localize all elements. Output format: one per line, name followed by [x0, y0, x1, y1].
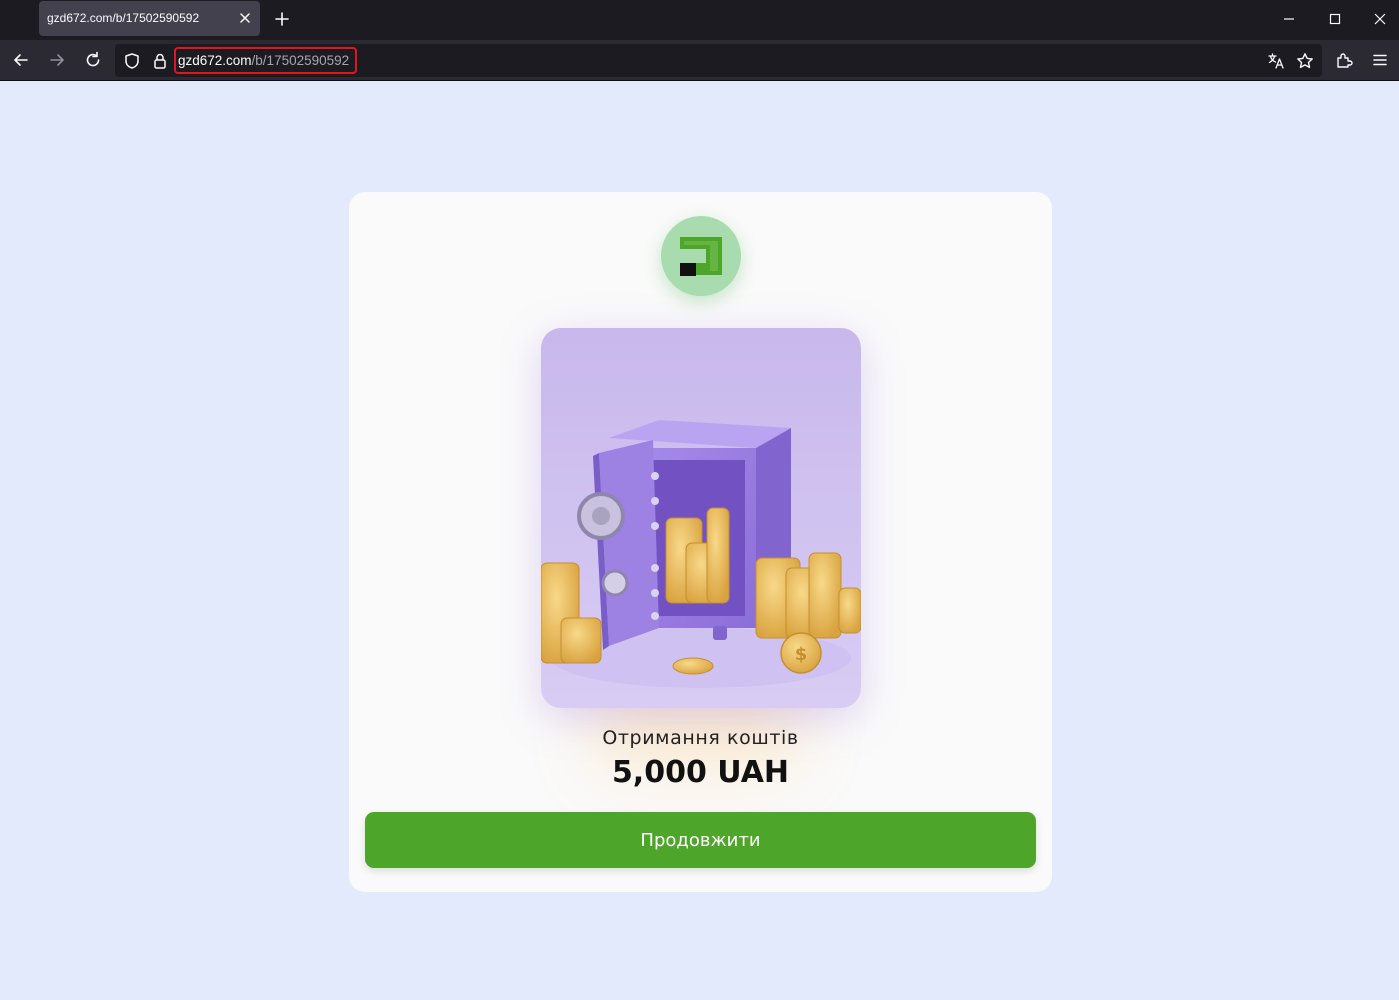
address-bar[interactable]: gzd672.com/b/17502590592 [115, 44, 1322, 77]
forward-arrow-icon[interactable] [47, 50, 67, 70]
maximize-icon[interactable] [1325, 9, 1345, 29]
svg-text:$: $ [795, 644, 808, 665]
privatbank-logo-icon [680, 237, 722, 276]
shield-icon[interactable] [122, 51, 142, 71]
reload-icon[interactable] [83, 50, 103, 70]
menu-icon[interactable] [1370, 50, 1390, 70]
navigation-bar: gzd672.com/b/17502590592 [0, 40, 1399, 81]
bank-logo [661, 216, 741, 296]
continue-button[interactable]: Продовжити [365, 812, 1036, 868]
tab-bar: gzd672.com/b/17502590592 [0, 0, 1399, 40]
close-window-icon[interactable] [1370, 9, 1390, 29]
back-arrow-icon[interactable] [11, 50, 31, 70]
close-icon[interactable] [236, 9, 254, 27]
payout-card: $ Отримання коштів 5,000 UAH Продовжити [349, 192, 1052, 892]
url-host: gzd672.com [178, 53, 252, 68]
plus-icon[interactable] [272, 9, 292, 29]
payout-amount: 5,000 UAH [611, 755, 790, 790]
url-field[interactable]: gzd672.com/b/17502590592 [178, 53, 349, 68]
minimize-icon[interactable] [1279, 9, 1299, 29]
payout-caption: Отримання коштів [602, 727, 799, 749]
url-path: /b/17502590592 [251, 53, 350, 68]
browser-tab[interactable]: gzd672.com/b/17502590592 [39, 1, 260, 36]
translate-icon[interactable] [1266, 51, 1286, 71]
tab-title: gzd672.com/b/17502590592 [47, 11, 200, 25]
extensions-icon[interactable] [1334, 50, 1354, 70]
safe-with-coins-image: $ [541, 328, 861, 708]
lock-icon[interactable] [150, 51, 170, 71]
bookmark-star-icon[interactable] [1295, 51, 1315, 71]
